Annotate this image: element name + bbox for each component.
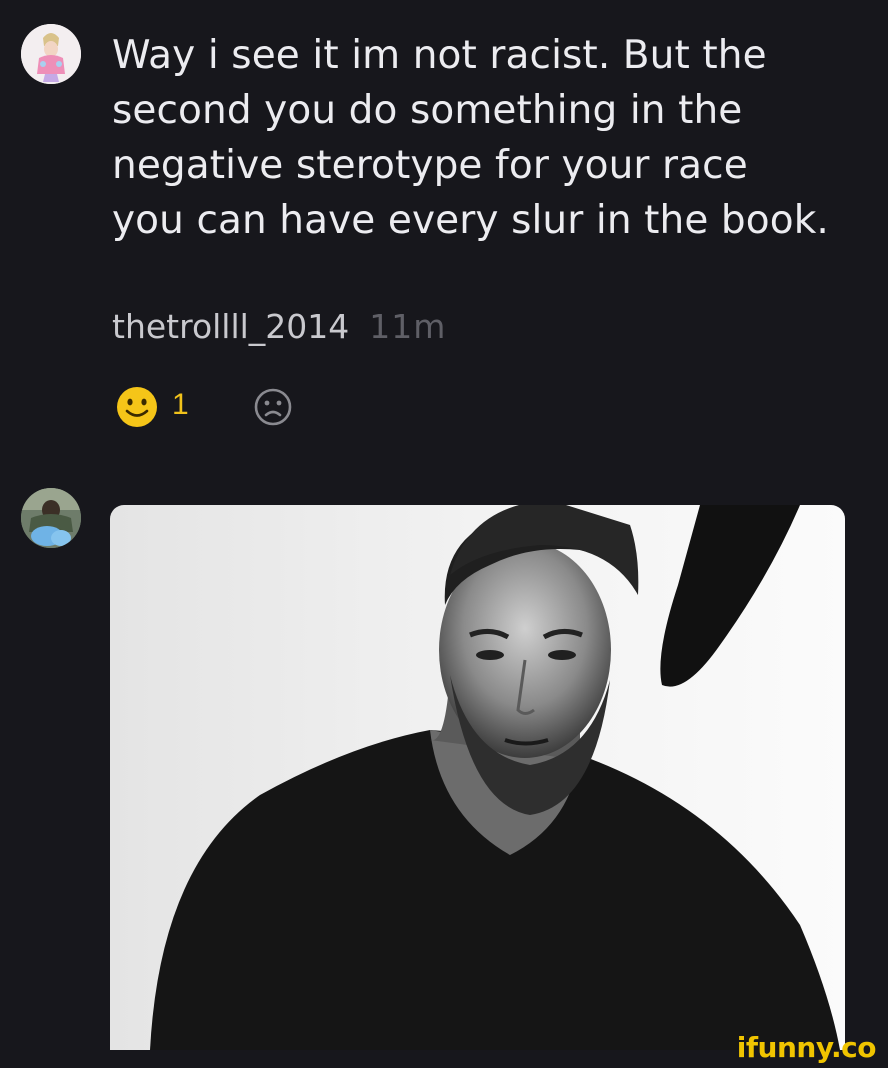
commenter-avatar[interactable] [21, 24, 81, 84]
reply-avatar[interactable] [21, 488, 81, 548]
reply-image[interactable] [110, 505, 845, 1050]
smile-count: 1 [172, 388, 189, 421]
smile-emoji-icon [117, 387, 157, 427]
comment-text: Way i see it im not racist. But the seco… [112, 33, 829, 243]
smile-button[interactable] [110, 380, 164, 434]
avatar-image [21, 488, 81, 548]
grayscale-portrait-image [110, 505, 845, 1050]
frown-emoji-icon [254, 388, 292, 426]
username-link[interactable]: thetrollll_2014 [112, 307, 349, 346]
comment-meta: thetrollll_2014 11m [112, 304, 446, 350]
timestamp: 11m [369, 307, 447, 346]
ifunny-watermark: ifunny.co [736, 1031, 877, 1064]
avatar-image [21, 24, 81, 84]
frown-button[interactable] [246, 380, 300, 434]
